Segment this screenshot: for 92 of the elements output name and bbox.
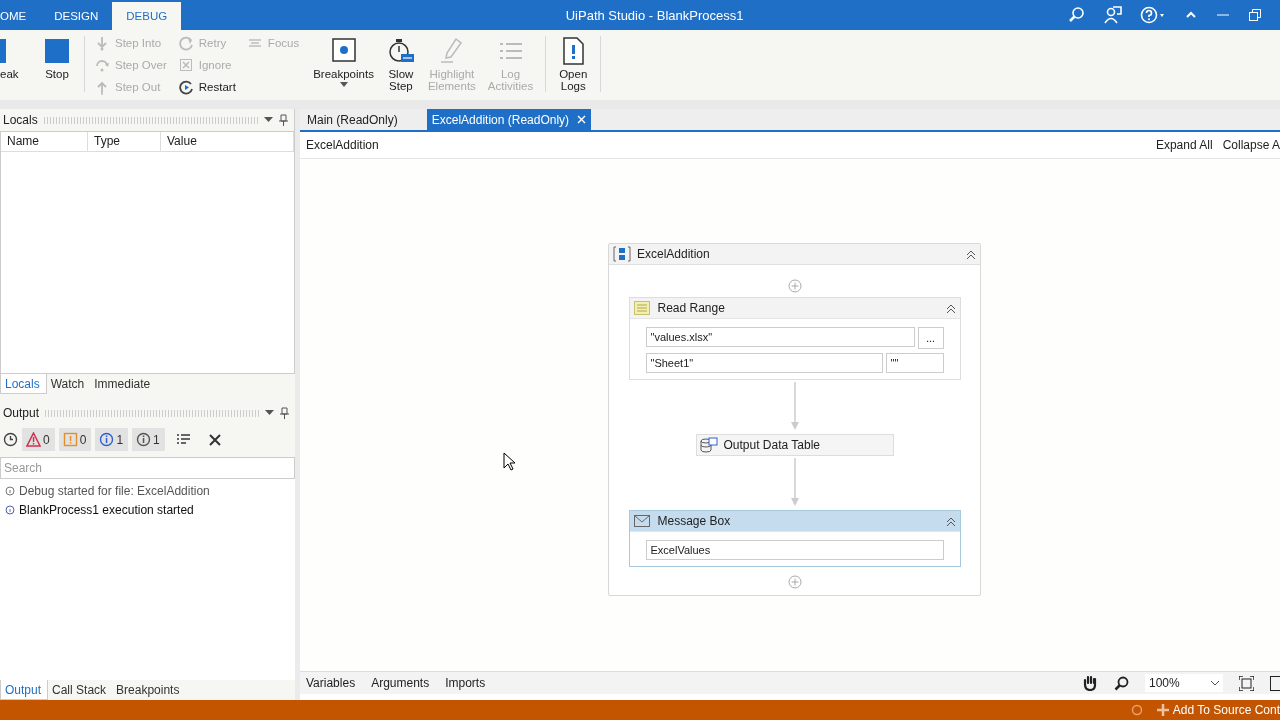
step-into-icon [95, 35, 110, 51]
clock-icon[interactable] [3, 432, 18, 447]
document-tab[interactable]: ExcelAddition (ReadOnly) [426, 109, 592, 130]
ribbon-button[interactable]: Stop [38, 34, 76, 82]
sequence-container[interactable]: ExcelAddition Read Range "values.xlsx" ... "Sheet1" "" Output Data Table Message Box ExcelValues [608, 243, 981, 596]
panel-tab[interactable]: Watch [46, 374, 91, 394]
info-icon [99, 432, 115, 447]
designer-tab[interactable]: Imports [445, 676, 486, 690]
collapse-icon[interactable] [945, 302, 956, 314]
fit-screen-icon[interactable] [1239, 675, 1254, 691]
warning-triangle-icon [26, 432, 41, 447]
ribbon-tab[interactable]: DESIGN [40, 2, 113, 30]
ribbon-tab[interactable]: OME [0, 2, 41, 30]
activity-title: Message Box [657, 514, 731, 528]
restart-icon [178, 79, 194, 95]
info-icon [136, 432, 152, 447]
connector-arrow [789, 458, 800, 508]
collapse-icon[interactable] [966, 248, 976, 260]
source-control-button[interactable]: Add To Source Cont [1172, 703, 1280, 717]
panel-tab[interactable]: Breakpoints [112, 680, 186, 700]
ribbon-button[interactable]: Breakpoints [309, 34, 378, 89]
ribbon-button[interactable]: Restart [176, 78, 238, 96]
dropdown-icon [265, 410, 274, 416]
info-icon [5, 485, 15, 496]
feedback-person-icon[interactable] [1104, 6, 1122, 24]
retry-icon [178, 35, 194, 51]
panel-tab[interactable]: Call Stack [48, 680, 113, 700]
panel-title: Output [3, 406, 40, 420]
panel-title: Locals [3, 113, 38, 127]
log-message: Debug started for file: ExcelAddition [19, 483, 210, 498]
input-field[interactable]: "Sheet1" [645, 353, 883, 373]
exclamation-square-icon [62, 432, 78, 447]
help-icon[interactable] [1140, 6, 1166, 24]
filter-toggle[interactable]: 1 [95, 428, 129, 451]
restore-icon[interactable] [1248, 8, 1262, 22]
stop-icon [42, 36, 72, 66]
collapse-icon[interactable] [945, 515, 956, 527]
document-tab[interactable]: Main (ReadOnly) [302, 109, 403, 130]
database-table-icon [699, 437, 718, 453]
filter-toggle[interactable]: 0 [22, 428, 55, 451]
column-header[interactable]: Type [88, 132, 161, 151]
panel-tab[interactable]: Immediate [90, 374, 157, 394]
expand-all-link[interactable]: Expand All [1155, 138, 1213, 152]
designer-tab[interactable]: Arguments [371, 676, 430, 690]
window-title: UiPath Studio - BlankProcess1 [565, 7, 744, 23]
overview-icon[interactable] [1270, 675, 1280, 691]
log-message: BlankProcess1 execution started [19, 502, 194, 517]
search-icon[interactable] [1068, 6, 1086, 24]
zoom-dropdown[interactable]: 100% [1145, 674, 1223, 692]
designer-tab[interactable]: Variables [306, 676, 356, 690]
browse-button[interactable]: ... [917, 327, 944, 349]
info-icon [5, 504, 15, 515]
column-header[interactable]: Value [161, 132, 294, 151]
spreadsheet-icon [633, 301, 650, 315]
input-field[interactable]: "values.xlsx" [645, 327, 915, 347]
connector-arrow [789, 382, 800, 432]
activity-title: ExcelAddition [637, 247, 710, 261]
step-over-icon [95, 57, 110, 73]
activity-title: Read Range [657, 301, 725, 315]
ribbon-button[interactable]: Open Logs [554, 34, 593, 94]
pin-icon[interactable] [280, 407, 289, 419]
break-icon [0, 36, 6, 66]
dropdown-icon [264, 117, 273, 123]
panel-tab[interactable]: Output [0, 680, 49, 700]
pin-icon[interactable] [279, 114, 288, 126]
ribbon-button[interactable]: Slow Step [381, 34, 420, 94]
hand-icon[interactable] [1082, 675, 1098, 691]
panel-tab[interactable]: Locals [0, 374, 47, 394]
activity-card[interactable]: Read Range "values.xlsx" ... "Sheet1" "" [628, 297, 961, 380]
mouse-pointer-icon [503, 452, 516, 471]
ribbon-tab[interactable]: DEBUG [112, 2, 182, 30]
filter-toggle[interactable]: 0 [58, 428, 92, 451]
ignore-icon [178, 57, 194, 73]
input-field[interactable]: ExcelValues [645, 540, 944, 560]
activity-card[interactable]: Message Box ExcelValues [628, 510, 961, 567]
activity-card[interactable]: Output Data Table [695, 434, 894, 456]
plus-icon [1156, 704, 1169, 716]
input-field[interactable]: "" [885, 353, 944, 373]
search-field[interactable]: Search [0, 457, 295, 479]
zoom-icon[interactable] [1114, 675, 1129, 691]
collapse-all-link[interactable]: Collapse A [1222, 138, 1280, 152]
filter-toggle[interactable]: 1 [132, 428, 165, 451]
sequence-icon [613, 246, 631, 262]
ribbon-button[interactable]: eak [0, 34, 34, 82]
breadcrumb[interactable]: ExcelAddition [306, 138, 379, 152]
column-header[interactable]: Name [1, 132, 88, 151]
filter-list-icon[interactable] [176, 433, 191, 446]
envelope-icon [633, 515, 650, 527]
caret-icon [1211, 680, 1219, 686]
caret-icon [339, 82, 348, 87]
sync-icon [1130, 704, 1143, 716]
close-icon[interactable] [208, 433, 221, 446]
